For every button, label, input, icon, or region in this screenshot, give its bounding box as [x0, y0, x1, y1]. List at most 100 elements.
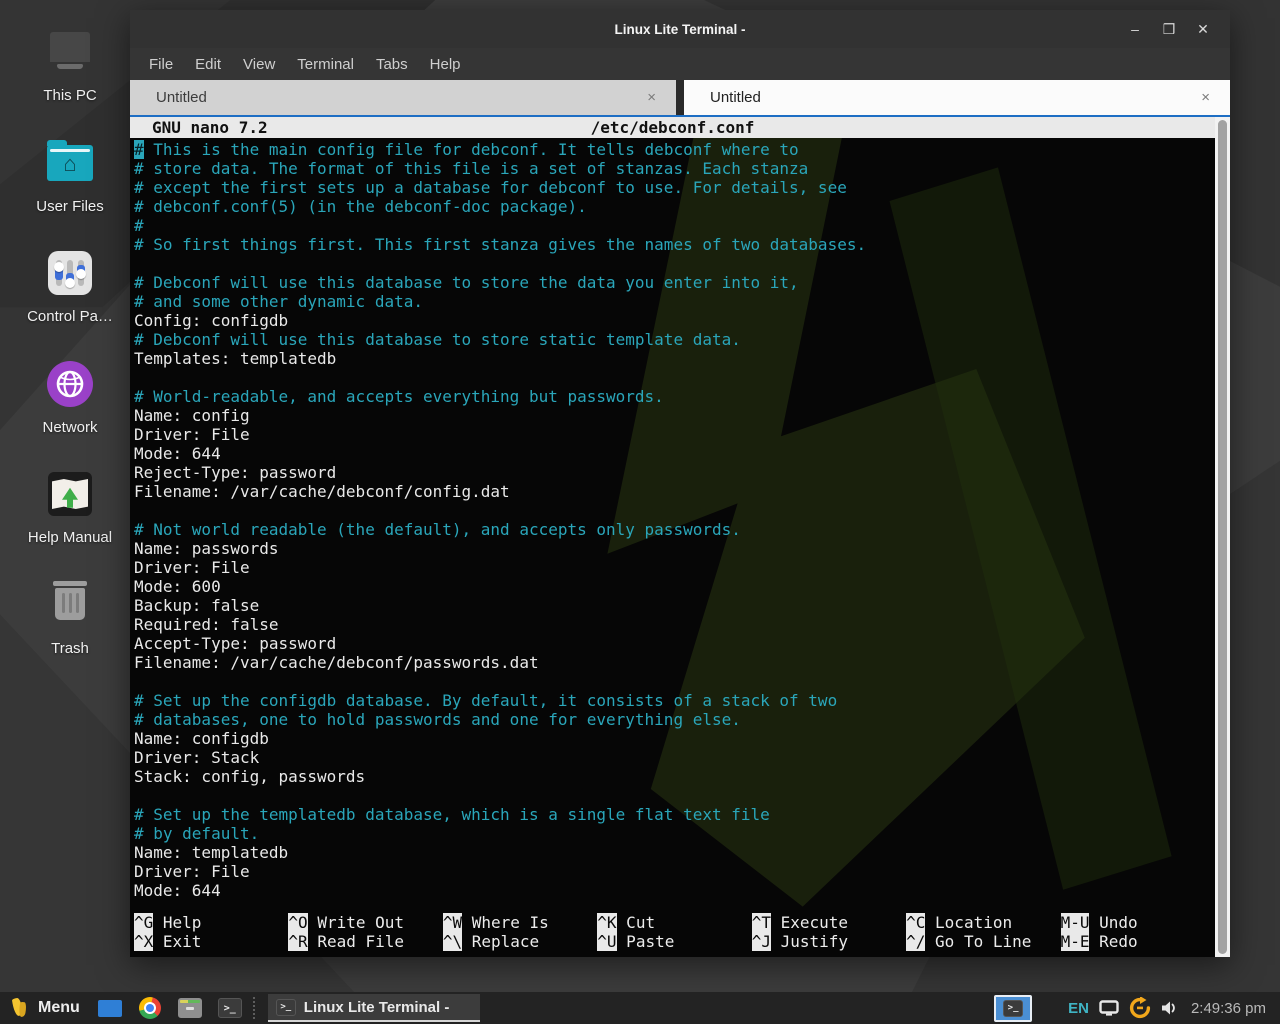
nano-line: Name: passwords [134, 539, 1215, 558]
nano-line: Mode: 600 [134, 577, 1215, 596]
tab-close-icon[interactable]: × [641, 87, 662, 108]
menu-edit[interactable]: Edit [184, 52, 232, 77]
menu-tabs[interactable]: Tabs [365, 52, 419, 77]
shortcut-key: ^X [134, 932, 153, 951]
tab-2[interactable]: Untitled× [684, 80, 1230, 115]
desktop-icon-label: This PC [43, 87, 96, 104]
nano-line: # except the first sets up a database fo… [134, 178, 1215, 197]
nano-line: Name: config [134, 406, 1215, 425]
computer-icon [44, 26, 96, 78]
minimize-button[interactable]: – [1122, 17, 1148, 41]
desktop-icon-help-manual[interactable]: Help Manual [18, 468, 122, 579]
window-titlebar[interactable]: Linux Lite Terminal - –❒✕ [130, 10, 1230, 48]
taskbar-clock[interactable]: 2:49:36 pm [1191, 1000, 1266, 1017]
nano-shortcut-undo[interactable]: M-U Undo [1061, 913, 1215, 932]
tab-1[interactable]: Untitled× [130, 80, 676, 115]
nano-line: Stack: config, passwords [134, 767, 1215, 786]
nano-line: Backup: false [134, 596, 1215, 615]
chrome-icon[interactable] [137, 995, 163, 1021]
desktop-icon-control-pa[interactable]: Control Pa… [18, 247, 122, 358]
nano-shortcut-redo[interactable]: M-E Redo [1061, 932, 1215, 951]
nano-line: Name: templatedb [134, 843, 1215, 862]
taskbar-separator[interactable] [253, 997, 263, 1019]
tab-label: Untitled [710, 89, 1195, 106]
nano-line [134, 254, 1215, 273]
shortcut-key: M-E [1061, 932, 1090, 951]
file-manager-icon[interactable] [177, 995, 203, 1021]
desktop-icon-label: Trash [51, 640, 89, 657]
control-panel-icon [44, 247, 96, 299]
updates-icon[interactable] [1129, 997, 1151, 1019]
terminal-icon: >_ [218, 998, 242, 1018]
desktop-icon-this-pc[interactable]: This PC [18, 26, 122, 137]
nano-shortcut-paste[interactable]: ^U Paste [597, 932, 751, 951]
terminal-screen[interactable]: GNU nano 7.2 /etc/debconf.conf # This is… [130, 117, 1215, 957]
nano-line: Templates: templatedb [134, 349, 1215, 368]
logo-feather [18, 1002, 27, 1018]
menu-button[interactable]: Menu [38, 999, 80, 1017]
keyboard-layout-indicator[interactable]: EN [1068, 1000, 1089, 1017]
nano-shortcut-exit[interactable]: ^X Exit [134, 932, 288, 951]
desktop-icon-trash[interactable]: Trash [18, 579, 122, 690]
tab-bar: Untitled×Untitled× [130, 80, 1230, 117]
nano-shortcut-read-file[interactable]: ^R Read File [288, 932, 442, 951]
shortcut-key: ^W [443, 913, 462, 932]
tray-active-app-button[interactable]: >_ [994, 995, 1032, 1022]
file-manager-icon [178, 998, 202, 1018]
nano-shortcut-execute[interactable]: ^T Execute [752, 913, 906, 932]
nano-line: Reject-Type: password [134, 463, 1215, 482]
help-manual-icon [44, 468, 96, 520]
nano-line: # and some other dynamic data. [134, 292, 1215, 311]
display-icon[interactable] [1099, 1000, 1119, 1016]
taskbar-task-button[interactable]: >_ Linux Lite Terminal - [268, 994, 480, 1022]
nano-line: # This is the main config file for debco… [134, 140, 1215, 159]
nano-line: # World-readable, and accepts everything… [134, 387, 1215, 406]
nano-line: # Set up the configdb database. By defau… [134, 691, 1215, 710]
shortcut-key: ^\ [443, 932, 462, 951]
shortcut-key: ^/ [906, 932, 925, 951]
desktop-icon-label: Network [42, 419, 97, 436]
nano-line [134, 672, 1215, 691]
nano-shortcut-where-is[interactable]: ^W Where Is [443, 913, 597, 932]
menu-help[interactable]: Help [419, 52, 472, 77]
nano-line: Mode: 644 [134, 444, 1215, 463]
nano-line: # Set up the templatedb database, which … [134, 805, 1215, 824]
shortcut-key: ^O [288, 913, 307, 932]
nano-line: # store data. The format of this file is… [134, 159, 1215, 178]
nano-line: Filename: /var/cache/debconf/config.dat [134, 482, 1215, 501]
home-folder-icon: ⌂ [44, 137, 96, 189]
nano-shortcut-cut[interactable]: ^K Cut [597, 913, 751, 932]
menu-terminal[interactable]: Terminal [286, 52, 365, 77]
nano-shortcut-replace[interactable]: ^\ Replace [443, 932, 597, 951]
nano-shortcut-help[interactable]: ^G Help [134, 913, 288, 932]
terminal-scrollbar[interactable] [1215, 117, 1230, 957]
volume-icon[interactable] [1161, 1000, 1179, 1016]
nano-line: # debconf.conf(5) (in the debconf-doc pa… [134, 197, 1215, 216]
menu-file[interactable]: File [138, 52, 184, 77]
nano-line [134, 786, 1215, 805]
maximize-button[interactable]: ❒ [1156, 17, 1182, 41]
nano-filename: /etc/debconf.conf [130, 118, 1215, 137]
menu-view[interactable]: View [232, 52, 286, 77]
desktop-icon-network[interactable]: Network [18, 358, 122, 469]
nano-shortcut-bar: ^G Help^O Write Out^W Where Is^K Cut^T E… [130, 913, 1215, 957]
terminal-window: Linux Lite Terminal - –❒✕ FileEditViewTe… [130, 10, 1230, 957]
nano-shortcut-justify[interactable]: ^J Justify [752, 932, 906, 951]
nano-shortcut-go-to-line[interactable]: ^/ Go To Line [906, 932, 1060, 951]
linux-lite-logo-icon[interactable] [12, 997, 28, 1019]
close-button[interactable]: ✕ [1190, 17, 1216, 41]
workspace-icon[interactable] [97, 995, 123, 1021]
desktop-icon-list: This PC ⌂User FilesControl Pa… Network Help… [18, 26, 122, 689]
scrollbar-thumb[interactable] [1218, 120, 1227, 954]
terminal-launcher-icon[interactable]: >_ [217, 995, 243, 1021]
nano-shortcut-location[interactable]: ^C Location [906, 913, 1060, 932]
nano-line: # databases, one to hold passwords and o… [134, 710, 1215, 729]
nano-line: Mode: 644 [134, 881, 1215, 900]
tab-close-icon[interactable]: × [1195, 87, 1216, 108]
desktop-icon-user-files[interactable]: ⌂User Files [18, 137, 122, 248]
shortcut-key: ^K [597, 913, 616, 932]
nano-line: Driver: File [134, 425, 1215, 444]
nano-shortcut-write-out[interactable]: ^O Write Out [288, 913, 442, 932]
terminal-area: GNU nano 7.2 /etc/debconf.conf # This is… [130, 117, 1230, 957]
shortcut-key: M-U [1061, 913, 1090, 932]
